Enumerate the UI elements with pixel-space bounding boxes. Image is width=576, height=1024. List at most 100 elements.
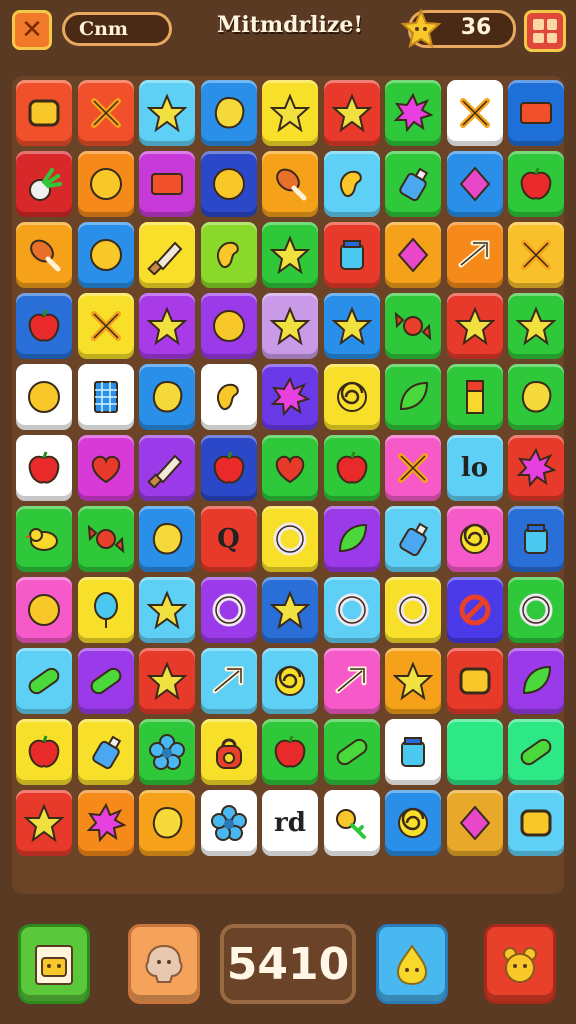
- board-tile[interactable]: [16, 648, 72, 714]
- pet-button[interactable]: [484, 924, 556, 1004]
- board-tile[interactable]: [16, 435, 72, 501]
- board-tile[interactable]: [385, 506, 441, 572]
- board-tile[interactable]: Q: [200, 506, 257, 572]
- board-tile[interactable]: [508, 222, 564, 288]
- board-tile[interactable]: [446, 151, 503, 217]
- board-tile[interactable]: [385, 435, 441, 501]
- board-tile[interactable]: [16, 80, 72, 146]
- board-tile[interactable]: [262, 222, 318, 288]
- board-tile[interactable]: [508, 80, 564, 146]
- board-tile[interactable]: [16, 364, 72, 430]
- board-tile[interactable]: [200, 648, 257, 714]
- board-tile[interactable]: [323, 790, 380, 856]
- board-tile[interactable]: [139, 506, 195, 572]
- board-tile[interactable]: [446, 293, 503, 359]
- board-tile[interactable]: [139, 719, 195, 785]
- board-tile[interactable]: [323, 222, 380, 288]
- board-tile[interactable]: [16, 222, 72, 288]
- board-tile[interactable]: [262, 293, 318, 359]
- board-tile[interactable]: [77, 648, 134, 714]
- board-tile[interactable]: [139, 364, 195, 430]
- board-tile[interactable]: [139, 222, 195, 288]
- board-tile[interactable]: [446, 648, 503, 714]
- board-tile[interactable]: [385, 222, 441, 288]
- board-tile[interactable]: [385, 790, 441, 856]
- board-tile[interactable]: [446, 790, 503, 856]
- board-tile[interactable]: lo: [446, 435, 503, 501]
- board-tile[interactable]: [385, 151, 441, 217]
- board-tile[interactable]: rd: [262, 790, 318, 856]
- board-tile[interactable]: [16, 151, 72, 217]
- board-tile[interactable]: [508, 364, 564, 430]
- board-tile[interactable]: [446, 577, 503, 643]
- hint-button[interactable]: [376, 924, 448, 1004]
- board-tile[interactable]: [77, 151, 134, 217]
- board-tile[interactable]: [200, 222, 257, 288]
- board-tile[interactable]: [200, 293, 257, 359]
- board-tile[interactable]: [385, 293, 441, 359]
- board-tile[interactable]: [385, 719, 441, 785]
- board-tile[interactable]: [262, 364, 318, 430]
- board-tile[interactable]: [385, 648, 441, 714]
- board-tile[interactable]: [323, 719, 380, 785]
- board-tile[interactable]: [262, 435, 318, 501]
- board-tile[interactable]: [77, 790, 134, 856]
- board-tile[interactable]: [323, 435, 380, 501]
- board-tile[interactable]: [16, 790, 72, 856]
- character-button[interactable]: [128, 924, 200, 1004]
- board-tile[interactable]: [16, 506, 72, 572]
- close-button[interactable]: ✕: [12, 10, 52, 50]
- board-tile[interactable]: [139, 435, 195, 501]
- board-tile[interactable]: [77, 80, 134, 146]
- board-tile[interactable]: [508, 293, 564, 359]
- board-tile[interactable]: [385, 80, 441, 146]
- board-tile[interactable]: [385, 577, 441, 643]
- board-tile[interactable]: [323, 151, 380, 217]
- board-tile[interactable]: [200, 719, 257, 785]
- board-tile[interactable]: [508, 435, 564, 501]
- board-tile[interactable]: [77, 222, 134, 288]
- board-tile[interactable]: [508, 719, 564, 785]
- board-tile[interactable]: [508, 790, 564, 856]
- board-tile[interactable]: [77, 293, 134, 359]
- board-tile[interactable]: [508, 577, 564, 643]
- board-tile[interactable]: [200, 577, 257, 643]
- board-tile[interactable]: [323, 506, 380, 572]
- board-tile[interactable]: [508, 151, 564, 217]
- board-tile[interactable]: [323, 648, 380, 714]
- board-tile[interactable]: [16, 577, 72, 643]
- board-tile[interactable]: [139, 293, 195, 359]
- board-tile[interactable]: [262, 80, 318, 146]
- board-tile[interactable]: [139, 577, 195, 643]
- board-tile[interactable]: [77, 506, 134, 572]
- board-tile[interactable]: [139, 80, 195, 146]
- board-tile[interactable]: [446, 364, 503, 430]
- inventory-button[interactable]: [18, 924, 90, 1004]
- board-tile[interactable]: [200, 151, 257, 217]
- board-tile[interactable]: [16, 293, 72, 359]
- board-tile[interactable]: [508, 506, 564, 572]
- menu-button[interactable]: [524, 10, 566, 52]
- board-tile[interactable]: [446, 719, 503, 785]
- board-tile[interactable]: [323, 293, 380, 359]
- board-tile[interactable]: [323, 577, 380, 643]
- board-tile[interactable]: [262, 506, 318, 572]
- board-tile[interactable]: [77, 577, 134, 643]
- board-tile[interactable]: [446, 80, 503, 146]
- board-tile[interactable]: [200, 364, 257, 430]
- board-tile[interactable]: [77, 719, 134, 785]
- board-tile[interactable]: [139, 151, 195, 217]
- board-tile[interactable]: [262, 719, 318, 785]
- board-tile[interactable]: [446, 222, 503, 288]
- board-tile[interactable]: [16, 719, 72, 785]
- board-tile[interactable]: [446, 506, 503, 572]
- board-tile[interactable]: [262, 648, 318, 714]
- board-tile[interactable]: [139, 648, 195, 714]
- board-tile[interactable]: [139, 790, 195, 856]
- board-tile[interactable]: [200, 435, 257, 501]
- board-tile[interactable]: [262, 577, 318, 643]
- board-tile[interactable]: [77, 364, 134, 430]
- board-tile[interactable]: [323, 80, 380, 146]
- board-tile[interactable]: [77, 435, 134, 501]
- board-tile[interactable]: [385, 364, 441, 430]
